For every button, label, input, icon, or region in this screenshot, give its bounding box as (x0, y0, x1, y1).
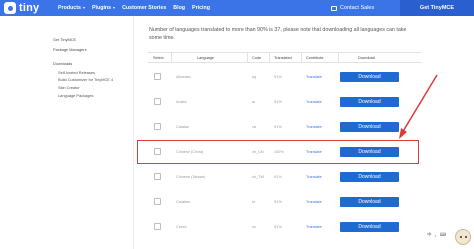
annotation-arrow (399, 74, 438, 139)
page: tiny Products Plugins Customer Stories B… (0, 0, 474, 249)
arrow-line (401, 74, 438, 134)
keyboard-icon[interactable]: ⌨ (440, 232, 447, 238)
ime-toolbar: 中 ♪ ⌨ (427, 232, 449, 238)
arrow-head (399, 128, 407, 139)
music-note-icon[interactable]: ♪ (435, 233, 437, 238)
ime-chinese-icon[interactable]: 中 (427, 232, 432, 238)
mascot-icon (455, 229, 471, 245)
